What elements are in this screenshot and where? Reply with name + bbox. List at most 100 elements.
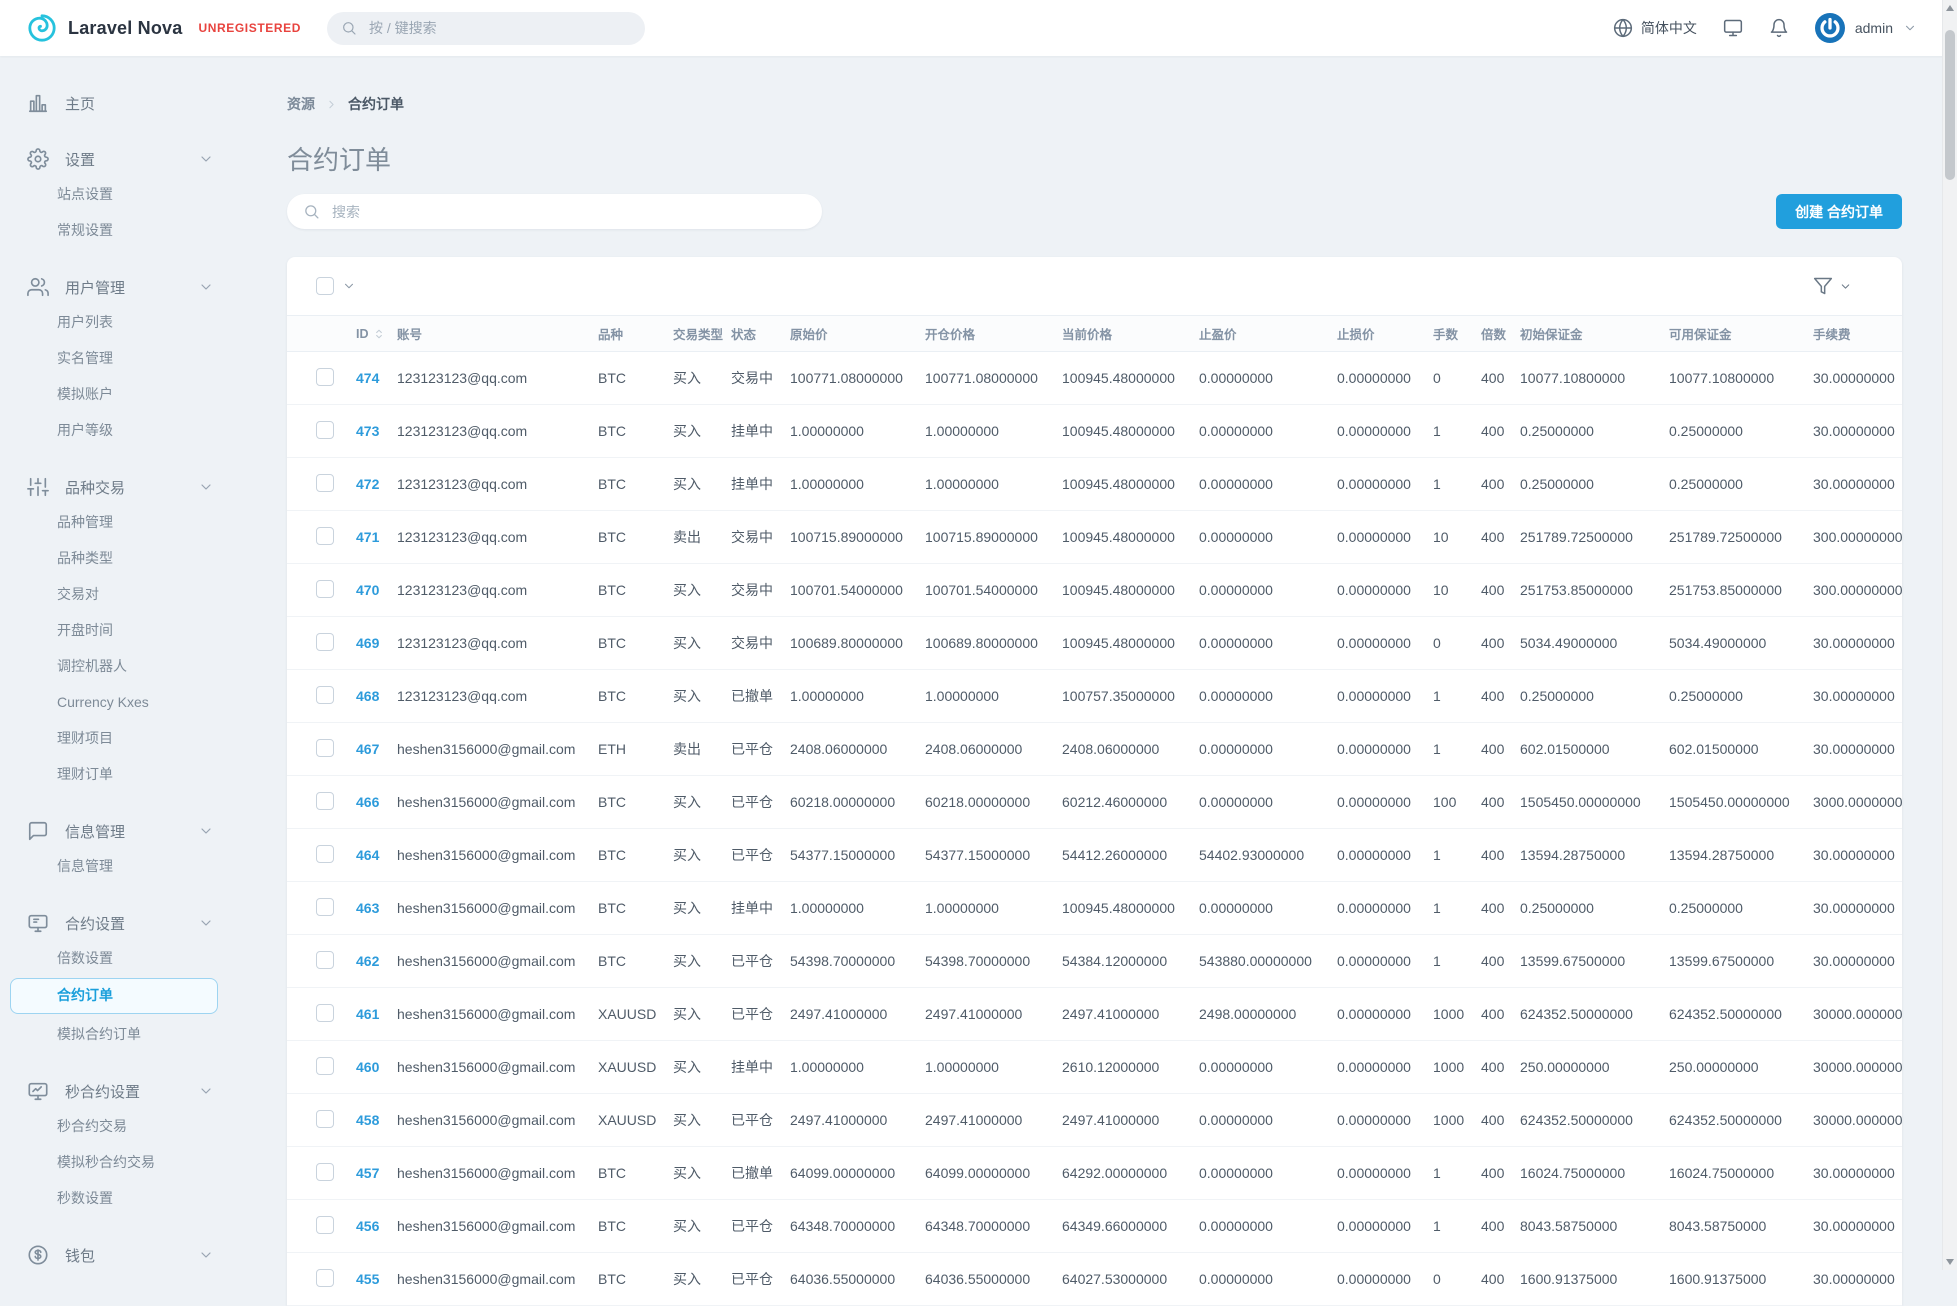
filter-dropdown[interactable] [1813, 276, 1852, 296]
order-id-link[interactable]: 460 [343, 1041, 389, 1094]
order-id-link[interactable]: 473 [343, 405, 389, 458]
row-checkbox[interactable] [316, 739, 334, 757]
column-header-0[interactable]: ID [343, 316, 389, 352]
row-checkbox[interactable] [316, 421, 334, 439]
sidebar-item[interactable]: 开盘时间 [0, 612, 230, 648]
order-id-link[interactable]: 467 [343, 723, 389, 776]
column-header-12[interactable]: 初始保证金 [1512, 316, 1661, 352]
sidebar-section-2[interactable]: 用户管理 [0, 270, 230, 304]
row-checkbox[interactable] [316, 686, 334, 704]
locale-switcher[interactable]: 简体中文 [1613, 18, 1697, 38]
sidebar-section-4[interactable]: 信息管理 [0, 814, 230, 848]
sidebar-section-3[interactable]: 品种交易 [0, 470, 230, 504]
row-checkbox[interactable] [316, 1163, 334, 1181]
sidebar-item[interactable]: 常规设置 [0, 212, 230, 248]
row-checkbox[interactable] [316, 898, 334, 916]
select-all-checkbox[interactable] [316, 277, 334, 295]
scroll-up-arrow[interactable] [1946, 5, 1954, 11]
sidebar-section-0[interactable]: 主页 [0, 86, 230, 120]
sidebar-item[interactable]: 品种管理 [0, 504, 230, 540]
breadcrumb-resources[interactable]: 资源 [287, 94, 315, 114]
row-checkbox[interactable] [316, 1216, 334, 1234]
row-checkbox[interactable] [316, 1004, 334, 1022]
sidebar-item[interactable]: 模拟合约订单 [0, 1016, 230, 1052]
column-header-6[interactable]: 开仓价格 [917, 316, 1054, 352]
row-checkbox[interactable] [316, 1057, 334, 1075]
column-header-4[interactable]: 状态 [723, 316, 782, 352]
column-header-10[interactable]: 手数 [1425, 316, 1473, 352]
scrollbar-thumb[interactable] [1945, 30, 1955, 180]
order-id-link[interactable]: 469 [343, 617, 389, 670]
column-header-8[interactable]: 止盈价 [1191, 316, 1329, 352]
sidebar-item[interactable]: 理财项目 [0, 720, 230, 756]
order-id-link[interactable]: 472 [343, 458, 389, 511]
global-search[interactable] [327, 12, 645, 45]
sidebar-item[interactable]: 秒数设置 [0, 1180, 230, 1216]
order-id-link[interactable]: 466 [343, 776, 389, 829]
sidebar-item[interactable]: 模拟秒合约交易 [0, 1144, 230, 1180]
sidebar-item[interactable]: 合约订单 [10, 978, 218, 1014]
sidebar-item[interactable]: 站点设置 [0, 176, 230, 212]
order-id-link[interactable]: 455 [343, 1253, 389, 1306]
global-search-input[interactable] [367, 19, 631, 37]
sidebar-item[interactable]: 实名管理 [0, 340, 230, 376]
sidebar-section-1[interactable]: 设置 [0, 142, 230, 176]
row-checkbox[interactable] [316, 368, 334, 386]
column-header-1[interactable]: 账号 [389, 316, 590, 352]
column-header-11[interactable]: 倍数 [1473, 316, 1512, 352]
sidebar-item[interactable]: 理财订单 [0, 756, 230, 792]
order-id-link[interactable]: 457 [343, 1147, 389, 1200]
resource-search[interactable] [287, 194, 822, 229]
row-checkbox[interactable] [316, 633, 334, 651]
sidebar-section-7[interactable]: 钱包 [0, 1238, 230, 1272]
column-header-3[interactable]: 交易类型 [665, 316, 723, 352]
sidebar-section-5[interactable]: 合约设置 [0, 906, 230, 940]
order-id-link[interactable]: 470 [343, 564, 389, 617]
sidebar-section-6[interactable]: 秒合约设置 [0, 1074, 230, 1108]
order-id-link[interactable]: 461 [343, 988, 389, 1041]
sidebar-item[interactable]: 信息管理 [0, 848, 230, 884]
order-id-link[interactable]: 468 [343, 670, 389, 723]
row-checkbox[interactable] [316, 1110, 334, 1128]
order-id-link[interactable]: 471 [343, 511, 389, 564]
cell: 0.00000000 [1329, 988, 1425, 1041]
sidebar-item[interactable]: 秒合约交易 [0, 1108, 230, 1144]
sidebar-item[interactable]: 用户等级 [0, 412, 230, 448]
order-id-link[interactable]: 458 [343, 1094, 389, 1147]
column-header-9[interactable]: 止损价 [1329, 316, 1425, 352]
row-checkbox[interactable] [316, 1269, 334, 1287]
create-order-button[interactable]: 创建 合约订单 [1776, 194, 1902, 229]
bell-icon[interactable] [1769, 18, 1789, 38]
row-checkbox[interactable] [316, 845, 334, 863]
scroll-down-arrow[interactable] [1946, 1259, 1954, 1265]
sidebar-item[interactable]: 品种类型 [0, 540, 230, 576]
order-id-link[interactable]: 456 [343, 1200, 389, 1253]
order-id-link[interactable]: 462 [343, 935, 389, 988]
order-id-link[interactable]: 474 [343, 352, 389, 405]
sidebar-item[interactable]: 交易对 [0, 576, 230, 612]
row-checkbox[interactable] [316, 580, 334, 598]
column-header-7[interactable]: 当前价格 [1054, 316, 1191, 352]
select-actions-chevron[interactable] [342, 279, 356, 293]
table-row: 471123123123@qq.comBTC卖出交易中100715.890000… [287, 511, 1902, 564]
sidebar-item[interactable]: 倍数设置 [0, 940, 230, 976]
page-scrollbar[interactable] [1942, 0, 1957, 1270]
row-checkbox[interactable] [316, 792, 334, 810]
column-header-5[interactable]: 原始价 [782, 316, 917, 352]
sidebar-item[interactable]: Currency Kxes [0, 684, 230, 720]
column-header-13[interactable]: 可用保证金 [1661, 316, 1805, 352]
row-checkbox[interactable] [316, 474, 334, 492]
row-checkbox[interactable] [316, 951, 334, 969]
sidebar-item[interactable]: 调控机器人 [0, 648, 230, 684]
column-header-14[interactable]: 手续费 [1805, 316, 1902, 352]
user-menu[interactable]: admin [1815, 13, 1917, 43]
sidebar-item[interactable]: 用户列表 [0, 304, 230, 340]
order-id-link[interactable]: 464 [343, 829, 389, 882]
sidebar-item[interactable]: 模拟账户 [0, 376, 230, 412]
resource-search-input[interactable] [330, 203, 806, 221]
app-logo[interactable]: Laravel Nova [27, 13, 182, 43]
monitor-icon[interactable] [1723, 18, 1743, 38]
order-id-link[interactable]: 463 [343, 882, 389, 935]
column-header-2[interactable]: 品种 [590, 316, 665, 352]
row-checkbox[interactable] [316, 527, 334, 545]
